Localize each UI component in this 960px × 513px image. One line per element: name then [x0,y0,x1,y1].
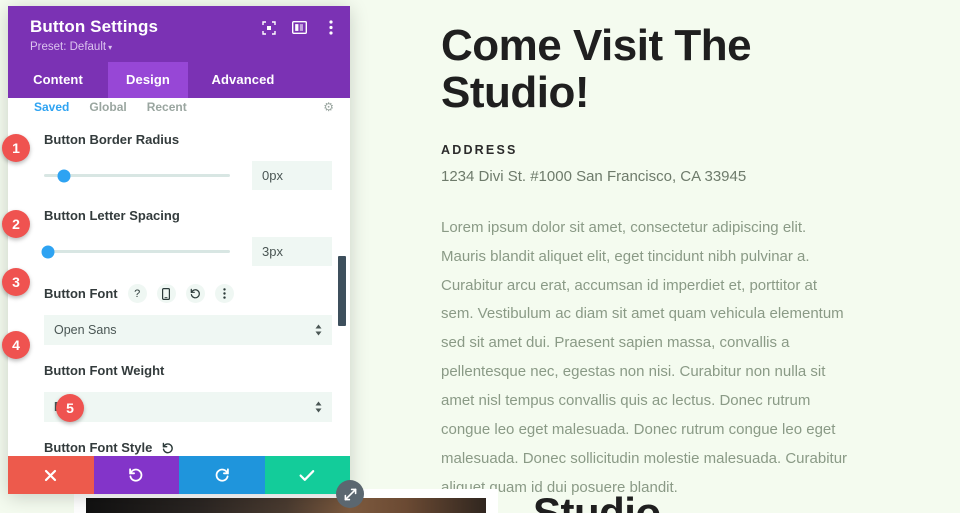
kebab-menu-icon[interactable] [214,284,234,303]
letter-spacing-slider-row: 3px [41,237,332,266]
letter-spacing-label: Button Letter Spacing [44,208,180,223]
modal-tabs: Content Design Advanced [8,62,350,98]
letter-spacing-value[interactable]: 3px [252,237,332,266]
setting-button-font-style: Button Font Style B TT Tт U S [44,422,332,456]
redo-button[interactable] [179,456,265,494]
border-radius-slider-row: 0px [44,161,332,190]
resize-diagonal-icon [344,488,356,500]
modal-header: Button Settings Preset: Default ▾ [8,6,350,62]
subtab-saved[interactable]: Saved [34,100,69,114]
subtab-recent[interactable]: Recent [147,100,187,114]
undo-button[interactable] [93,456,179,494]
button-font-style-header: Button Font Style [44,440,332,455]
setting-button-letter-spacing: Button Letter Spacing 3px [41,190,332,266]
gear-icon[interactable]: ⚙ [323,100,334,114]
undo-icon [129,468,143,482]
callout-badge-3: 3 [2,268,30,296]
preset-subtabs: Saved Global Recent ⚙ [8,98,350,114]
kebab-menu-icon[interactable] [323,20,338,35]
callout-badge-4: 4 [2,331,30,359]
layout-columns-icon[interactable] [292,20,307,35]
reset-icon[interactable] [162,442,174,454]
tab-content[interactable]: Content [8,62,108,98]
border-radius-slider[interactable] [44,169,230,182]
setting-button-font-weight: Button Font Weight Bold [44,345,332,422]
callout-badge-2: 2 [2,210,30,238]
header-icon-group [261,20,338,35]
redo-icon [215,468,229,482]
button-settings-modal: Button Settings Preset: Default ▾ Conten… [8,6,350,494]
preset-label: Preset: Default [30,41,107,53]
letter-spacing-slider-knob[interactable] [41,245,55,258]
button-font-style-label: Button Font Style [44,440,153,455]
preview-address-label: ADDRESS [441,143,518,158]
setting-button-border-radius: Button Border Radius 0px [44,114,332,190]
button-font-select[interactable]: Open Sans [44,315,332,345]
reset-icon[interactable] [185,284,205,303]
button-font-header: Button Font ? [44,284,332,303]
modal-resize-handle[interactable] [336,480,364,508]
modal-footer [8,456,350,494]
chevron-down-icon: ▾ [108,43,113,52]
select-arrows-icon [315,324,322,336]
panel-scrollbar-track[interactable] [338,114,348,456]
border-radius-label: Button Border Radius [44,132,180,147]
setting-button-font: Button Font ? Open Sans [44,266,332,345]
check-icon [299,469,315,481]
select-arrows-icon [315,401,322,413]
cancel-button[interactable] [8,456,94,494]
panel-scrollbar-thumb[interactable] [338,256,346,326]
tab-design[interactable]: Design [108,62,188,98]
responsive-mobile-icon[interactable] [156,284,176,303]
preview-text-column: Come Visit The Studio! ADDRESS 1234 Divi… [441,22,861,513]
preset-selector[interactable]: Preset: Default ▾ [30,41,336,53]
callout-badge-5: 5 [56,394,84,422]
border-radius-slider-knob[interactable] [57,169,71,182]
close-icon [45,469,57,481]
button-font-weight-label: Button Font Weight [44,363,165,378]
border-radius-value[interactable]: 0px [252,161,332,190]
button-font-weight-select[interactable]: Bold [44,392,332,422]
callout-badge-1: 1 [2,134,30,162]
letter-spacing-slider[interactable] [41,245,230,258]
button-font-label: Button Font [44,286,118,301]
preview-address: 1234 Divi St. #1000 San Francisco, CA 33… [441,168,747,186]
help-icon[interactable]: ? [127,284,147,303]
subtab-global[interactable]: Global [89,100,126,114]
focus-icon[interactable] [261,20,276,35]
preview-body-text: Lorem ipsum dolor sit amet, consectetur … [441,218,848,497]
preview-photo [86,498,486,513]
button-font-value: Open Sans [54,323,117,337]
preview-second-heading: Studio [533,489,661,513]
tab-advanced[interactable]: Advanced [188,62,298,98]
screenshot-root: Come Visit The Studio! ADDRESS 1234 Divi… [0,0,960,513]
preview-heading: Come Visit The Studio! [441,21,752,118]
